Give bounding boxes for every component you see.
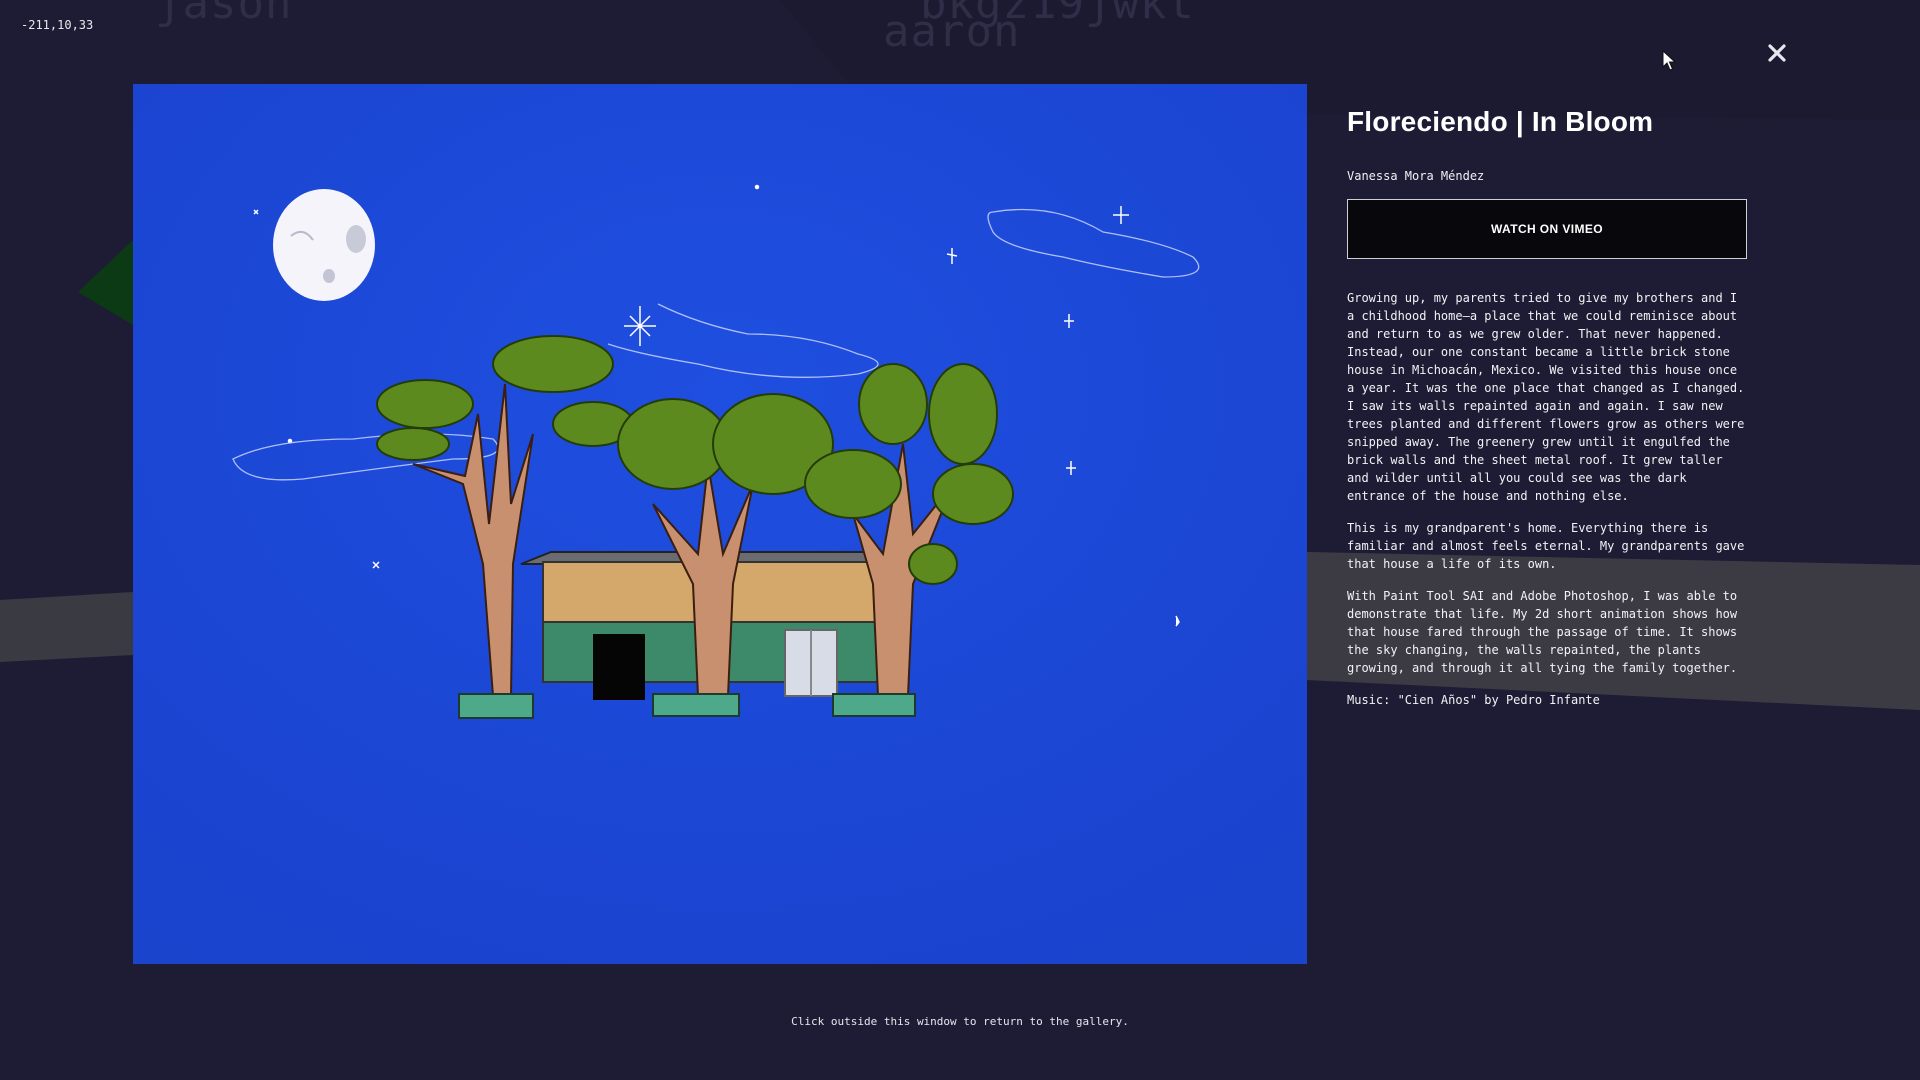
- close-icon: [1768, 44, 1786, 62]
- planters: [458, 693, 916, 719]
- music-credit: Music: "Cien Años" by Pedro Infante: [1347, 693, 1600, 707]
- house-door: [593, 634, 645, 700]
- description-paragraph: Growing up, my parents tried to give my …: [1347, 291, 1745, 503]
- moon: [273, 189, 375, 301]
- coordinates-readout: -211,10,33: [21, 18, 94, 32]
- watch-on-vimeo-button[interactable]: WATCH ON VIMEO: [1347, 199, 1747, 259]
- artwork-image: [133, 84, 1307, 964]
- artist-name: Vanessa Mora Méndez: [1347, 169, 1485, 183]
- background-label: aaron: [883, 6, 1021, 57]
- close-button[interactable]: [1762, 38, 1792, 68]
- artwork-title: Floreciendo | In Bloom: [1347, 106, 1654, 137]
- return-hint: Click outside this window to return to t…: [791, 1015, 1129, 1028]
- description-paragraph: This is my grandparent's home. Everythin…: [1347, 521, 1745, 571]
- background-label: jason: [155, 0, 293, 29]
- description-paragraph: With Paint Tool SAI and Adobe Photoshop,…: [1347, 589, 1738, 675]
- cursor-icon: [1662, 50, 1676, 71]
- artwork-description: Growing up, my parents tried to give my …: [1347, 289, 1747, 709]
- artwork-info-panel: Floreciendo | In Bloom Vanessa Mora Ménd…: [1347, 106, 1747, 723]
